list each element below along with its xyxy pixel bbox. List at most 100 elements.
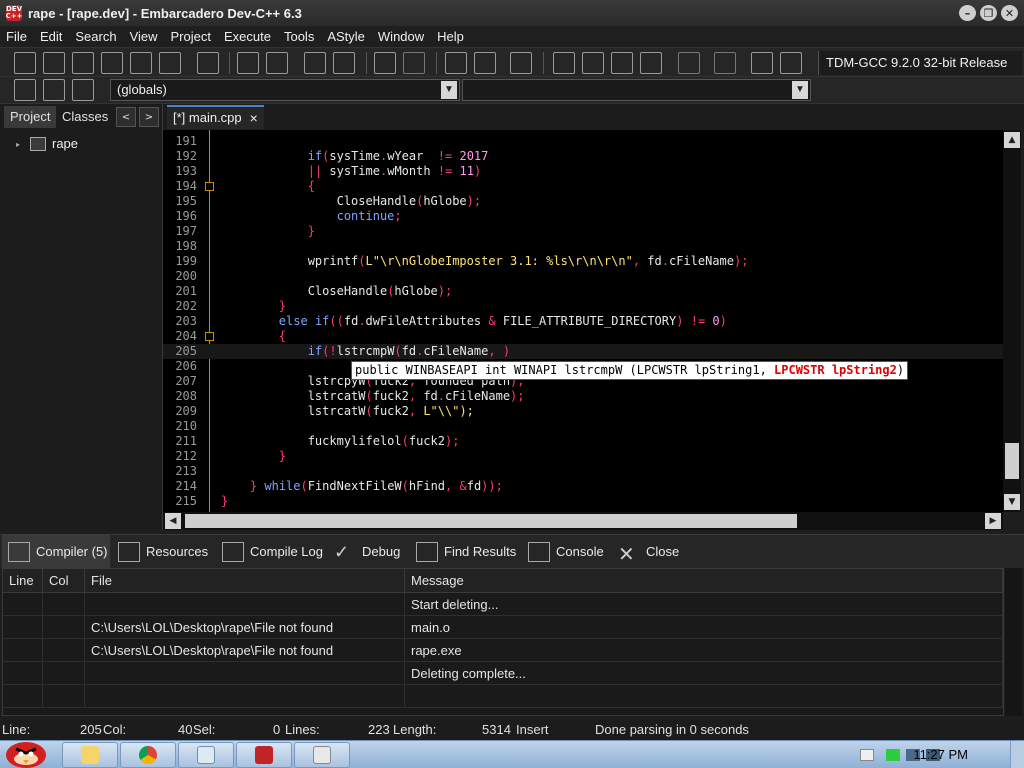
code-line[interactable]: 197 }: [163, 224, 1003, 239]
print-icon[interactable]: [197, 52, 219, 74]
tab-next-button[interactable]: >: [139, 107, 159, 127]
code-line[interactable]: 214 } while(FindNextFileW(hFind, &fd));: [163, 479, 1003, 494]
save-icon[interactable]: [72, 52, 94, 74]
menu-file[interactable]: File: [6, 29, 27, 44]
restore-button[interactable]: ❐: [980, 5, 997, 21]
code-line[interactable]: 198: [163, 239, 1003, 254]
menu-search[interactable]: Search: [75, 29, 116, 44]
scroll-down-icon[interactable]: ▼: [1004, 494, 1020, 510]
code-line[interactable]: 191: [163, 134, 1003, 149]
fold-toggle-icon[interactable]: [205, 182, 214, 191]
tab-classes[interactable]: Classes: [56, 106, 114, 128]
code-text[interactable]: || sysTime.wMonth != 11): [221, 164, 482, 179]
scroll-thumb[interactable]: [1005, 443, 1019, 479]
code-line[interactable]: 208 lstrcatW(fuck2, fd.cFileName);: [163, 389, 1003, 404]
open-file-icon[interactable]: [43, 52, 65, 74]
new-project-icon[interactable]: [445, 52, 467, 74]
menu-execute[interactable]: Execute: [224, 29, 271, 44]
taskbar-clock[interactable]: 11:27 PM: [913, 747, 968, 762]
code-line[interactable]: 205 if(!lstrcmpW(fd.cFileName, ): [163, 344, 1003, 359]
code-text[interactable]: CloseHandle(hGlobe);: [221, 284, 453, 299]
scope-combo[interactable]: (globals) ▼: [110, 79, 460, 101]
editor-horizontal-scrollbar[interactable]: ◀ ▶: [163, 512, 1003, 530]
compile-icon[interactable]: [553, 52, 575, 74]
fold-toggle-icon[interactable]: [205, 332, 214, 341]
menu-help[interactable]: Help: [437, 29, 464, 44]
column-header-line[interactable]: Line: [3, 569, 43, 593]
code-text[interactable]: if(!lstrcmpW(fd.cFileName, ): [221, 344, 510, 359]
scroll-up-icon[interactable]: ▲: [1004, 132, 1020, 148]
goto-line-icon[interactable]: [304, 52, 326, 74]
new-file-icon[interactable]: [14, 52, 36, 74]
scroll-left-icon[interactable]: ◀: [165, 513, 181, 529]
tray-flag-icon[interactable]: [886, 749, 900, 761]
code-line[interactable]: 196 continue;: [163, 209, 1003, 224]
menu-window[interactable]: Window: [378, 29, 424, 44]
run-icon[interactable]: [582, 52, 604, 74]
show-desktop-button[interactable]: [1010, 741, 1024, 768]
column-header-col[interactable]: Col: [43, 569, 85, 593]
tab-prev-button[interactable]: <: [116, 107, 136, 127]
code-text[interactable]: } while(FindNextFileW(hFind, &fd));: [221, 479, 503, 494]
code-text[interactable]: if(sysTime.wYear != 2017: [221, 149, 489, 164]
function-combo[interactable]: ▼: [462, 79, 811, 101]
code-text[interactable]: else if((fd.dwFileAttributes & FILE_ATTR…: [221, 314, 727, 329]
find-icon[interactable]: [237, 52, 259, 74]
close-all-icon[interactable]: [159, 52, 181, 74]
menu-project[interactable]: Project: [171, 29, 211, 44]
table-row[interactable]: Start deleting...: [3, 593, 1003, 616]
code-editor[interactable]: 191 192 if(sysTime.wYear != 2017 193 || sy…: [163, 130, 1003, 512]
code-line[interactable]: 195 CloseHandle(hGlobe);: [163, 194, 1003, 209]
code-line[interactable]: 199 wprintf(L"\r\nGlobeImposter 3.1: %ls…: [163, 254, 1003, 269]
tab-debug[interactable]: ✓ Debug: [328, 535, 400, 568]
code-line[interactable]: 211 fuckmylifelol(fuck2);: [163, 434, 1003, 449]
tab-project[interactable]: Project: [4, 106, 57, 128]
tab-compile-log[interactable]: Compile Log: [216, 535, 323, 568]
add-to-project-icon[interactable]: [474, 52, 496, 74]
menu-edit[interactable]: Edit: [40, 29, 62, 44]
code-text[interactable]: {: [221, 179, 315, 194]
code-text[interactable]: {: [221, 329, 286, 344]
tab-find-results[interactable]: Find Results: [410, 535, 516, 568]
code-text[interactable]: lstrcatW(fuck2, L"\\");: [221, 404, 474, 419]
scroll-right-icon[interactable]: ▶: [985, 513, 1001, 529]
code-line[interactable]: 202 }: [163, 299, 1003, 314]
table-row[interactable]: C:\Users\LOL\Desktop\rape\File not found…: [3, 616, 1003, 639]
editor-vertical-scrollbar[interactable]: ▲ ▼: [1003, 130, 1021, 512]
taskbar-app[interactable]: [294, 742, 350, 768]
column-header-file[interactable]: File: [85, 569, 405, 593]
code-text[interactable]: CloseHandle(hGlobe);: [221, 194, 482, 209]
code-line[interactable]: 213: [163, 464, 1003, 479]
taskbar-notepad[interactable]: [178, 742, 234, 768]
close-panel-button[interactable]: ✕ Close: [612, 535, 679, 568]
tree-item-project[interactable]: ▸ rape: [16, 136, 78, 151]
save-all-icon[interactable]: [101, 52, 123, 74]
code-line[interactable]: 203 else if((fd.dwFileAttributes & FILE_…: [163, 314, 1003, 329]
chevron-down-icon[interactable]: ▼: [441, 81, 457, 99]
code-text[interactable]: wprintf(L"\r\nGlobeImposter 3.1: %ls\r\n…: [221, 254, 749, 269]
stop-icon[interactable]: [714, 52, 736, 74]
code-line[interactable]: 194 {: [163, 179, 1003, 194]
code-text[interactable]: continue;: [221, 209, 402, 224]
tab-resources[interactable]: Resources: [112, 535, 208, 568]
code-line[interactable]: 201 CloseHandle(hGlobe);: [163, 284, 1003, 299]
tab-console[interactable]: Console: [522, 535, 604, 568]
code-line[interactable]: 212 }: [163, 449, 1003, 464]
code-line[interactable]: 215}: [163, 494, 1003, 509]
table-row[interactable]: Deleting complete...: [3, 662, 1003, 685]
menu-astyle[interactable]: AStyle: [327, 29, 365, 44]
code-line[interactable]: 209 lstrcatW(fuck2, L"\\");: [163, 404, 1003, 419]
code-line[interactable]: 193 || sysTime.wMonth != 11): [163, 164, 1003, 179]
code-line[interactable]: 192 if(sysTime.wYear != 2017: [163, 149, 1003, 164]
compile-run-icon[interactable]: [611, 52, 633, 74]
tab-main-cpp[interactable]: [*] main.cpp ×: [167, 105, 264, 129]
compiler-select[interactable]: TDM-GCC 9.2.0 32-bit Release: [818, 51, 1022, 75]
undo-icon[interactable]: [374, 52, 396, 74]
taskbar-explorer[interactable]: [62, 742, 118, 768]
project-options-icon[interactable]: [510, 52, 532, 74]
chevron-down-icon[interactable]: ▼: [792, 81, 808, 99]
close-file-icon[interactable]: [130, 52, 152, 74]
code-text[interactable]: }: [221, 299, 286, 314]
scroll-thumb[interactable]: [185, 514, 797, 528]
tray-arrow-icon[interactable]: [860, 749, 874, 761]
